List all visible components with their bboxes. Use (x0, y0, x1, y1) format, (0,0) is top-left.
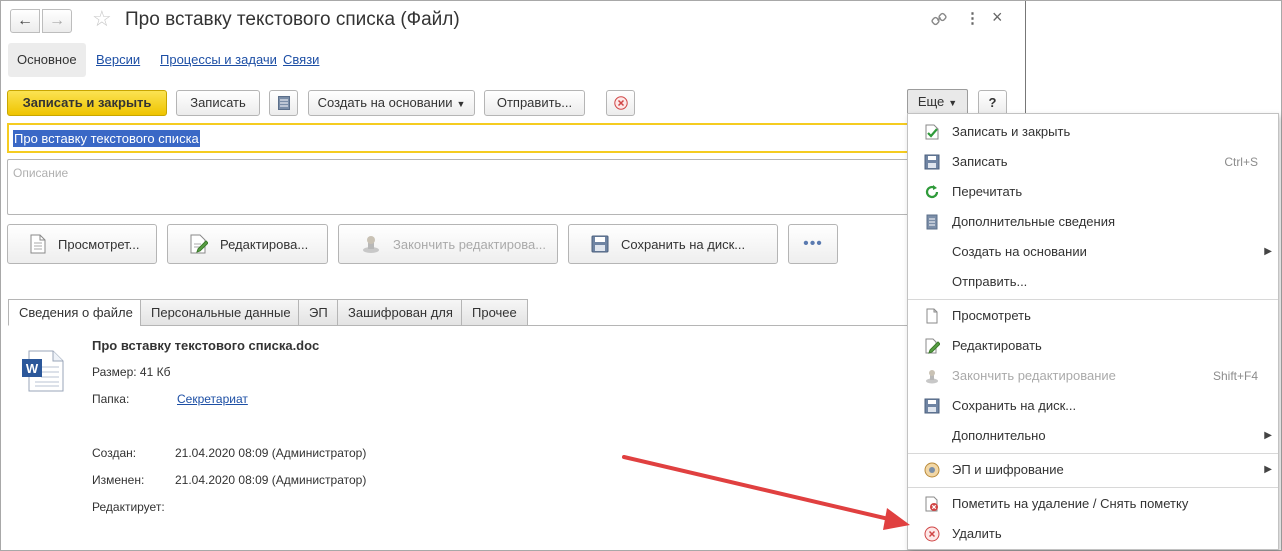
annotation-arrow (622, 455, 910, 530)
